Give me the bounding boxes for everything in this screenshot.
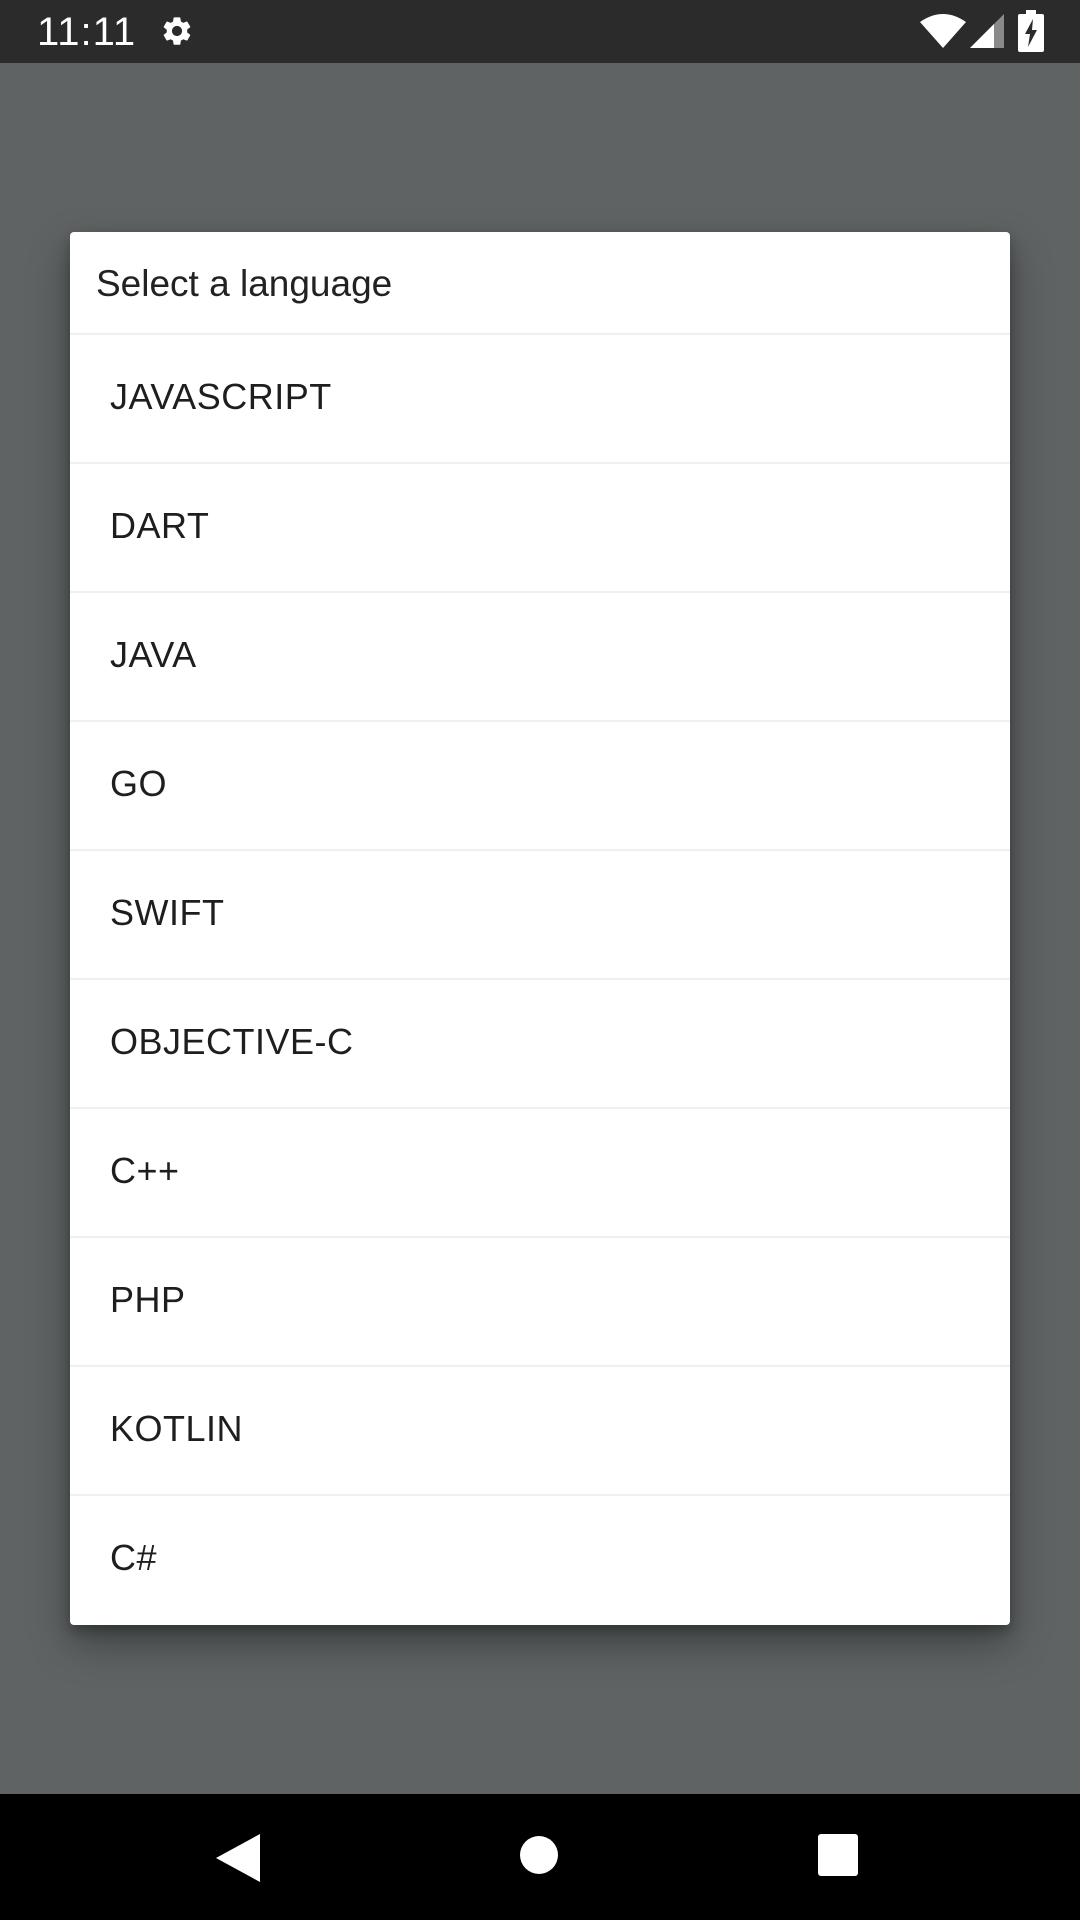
language-options-list: JAVASCRIPT DART JAVA GO SWIFT OBJECTIVE-… bbox=[70, 335, 1010, 1625]
navigation-bar bbox=[0, 1794, 1080, 1920]
language-option-objective-c[interactable]: OBJECTIVE-C bbox=[70, 980, 1010, 1109]
option-label: OBJECTIVE-C bbox=[110, 1021, 354, 1062]
dialog-title: Select a language bbox=[96, 263, 393, 304]
language-option-java[interactable]: JAVA bbox=[70, 593, 1010, 722]
recents-icon[interactable] bbox=[818, 1834, 858, 1876]
language-option-go[interactable]: GO bbox=[70, 722, 1010, 851]
option-label: PHP bbox=[110, 1279, 186, 1320]
option-label: C# bbox=[110, 1537, 158, 1578]
language-option-csharp[interactable]: C# bbox=[70, 1496, 1010, 1625]
wifi-icon bbox=[920, 14, 966, 48]
language-dialog: Select a language JAVASCRIPT DART JAVA G… bbox=[70, 232, 1010, 1625]
status-bar: 11:11 bbox=[0, 0, 1080, 63]
language-option-javascript[interactable]: JAVASCRIPT bbox=[70, 335, 1010, 464]
option-label: JAVA bbox=[110, 634, 197, 675]
option-label: GO bbox=[110, 763, 168, 804]
cellular-signal-icon bbox=[970, 14, 1004, 48]
settings-icon bbox=[160, 14, 194, 48]
language-option-swift[interactable]: SWIFT bbox=[70, 851, 1010, 980]
option-label: C++ bbox=[110, 1150, 180, 1191]
option-label: SWIFT bbox=[110, 892, 225, 933]
language-option-dart[interactable]: DART bbox=[70, 464, 1010, 593]
language-option-kotlin[interactable]: KOTLIN bbox=[70, 1367, 1010, 1496]
option-label: DART bbox=[110, 505, 210, 546]
option-label: JAVASCRIPT bbox=[110, 376, 332, 417]
language-option-cpp[interactable]: C++ bbox=[70, 1109, 1010, 1238]
language-option-php[interactable]: PHP bbox=[70, 1238, 1010, 1367]
home-icon[interactable] bbox=[519, 1835, 559, 1875]
battery-charging-icon bbox=[1018, 10, 1044, 52]
back-icon[interactable] bbox=[216, 1834, 260, 1882]
status-time: 11:11 bbox=[37, 10, 137, 54]
option-label: KOTLIN bbox=[110, 1408, 244, 1449]
